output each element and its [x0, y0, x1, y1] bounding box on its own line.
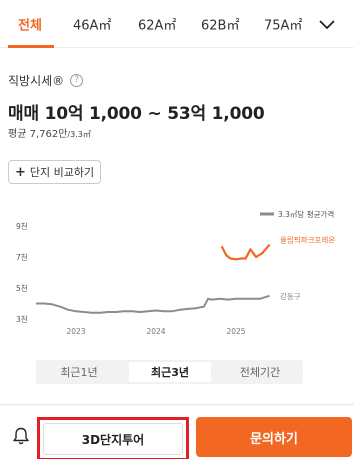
chevron-down-icon[interactable]	[318, 18, 336, 32]
inquiry-button[interactable]: 문의하기	[196, 417, 352, 457]
series-line	[36, 294, 270, 314]
active-tab-indicator	[8, 45, 54, 48]
compare-complex-button[interactable]: + 단지 비교하기	[8, 160, 101, 184]
price-range: 매매 10억 1,000 ~ 53억 1,000	[8, 104, 265, 124]
average-price-unit: /3.3㎡	[67, 130, 91, 139]
x-tick-label: 2025	[226, 327, 245, 336]
series-line	[220, 243, 271, 261]
size-tab-bar: 전체 46A㎡ 62A㎡ 62B㎡ 75A㎡	[0, 0, 354, 48]
period-tab-all[interactable]: 전체기간	[219, 362, 301, 382]
tab-46a[interactable]: 46A㎡	[73, 15, 111, 34]
y-tick-label: 9천	[16, 221, 28, 231]
compare-complex-label: 단지 비교하기	[29, 166, 95, 179]
price-chart: 3.3㎡당 평균가격 9천 7천 5천 3천 2023 2024 2025 올림픽파크포레온강…	[16, 209, 335, 336]
plus-icon: +	[14, 164, 26, 180]
average-price-value: 평균 7,762만	[8, 129, 68, 140]
tab-62a[interactable]: 62A㎡	[138, 15, 176, 34]
price-section-title-row: 직방시세® ?	[8, 72, 84, 89]
3d-tour-button[interactable]: 3D단지투어	[43, 423, 183, 455]
x-tick-label: 2023	[66, 327, 85, 336]
tab-75a[interactable]: 75A㎡	[264, 15, 302, 34]
period-tab-1y[interactable]: 최근1년	[38, 362, 120, 382]
price-section-title: 직방시세®	[8, 74, 65, 88]
y-tick-label: 7천	[16, 252, 28, 262]
period-tab-bar: 최근1년 최근3년 전체기간	[36, 360, 303, 384]
period-tab-3y[interactable]: 최근3년	[129, 362, 211, 382]
y-tick-label: 5천	[16, 283, 28, 293]
question-circle-icon[interactable]: ?	[70, 74, 84, 87]
y-tick-label: 3천	[16, 314, 28, 324]
bottom-action-bar: 3D단지투어 문의하기	[0, 404, 354, 459]
legend-label: 3.3㎡당 평균가격	[278, 209, 334, 219]
tab-all[interactable]: 전체	[18, 15, 42, 34]
bell-icon[interactable]	[11, 426, 31, 446]
x-tick-label: 2024	[146, 327, 165, 336]
average-price: 평균 7,762만/3.3㎡	[8, 125, 91, 140]
tab-62b[interactable]: 62B㎡	[201, 15, 239, 34]
series-label: 올림픽파크포레온	[280, 235, 335, 245]
series-label: 강동구	[280, 291, 301, 301]
